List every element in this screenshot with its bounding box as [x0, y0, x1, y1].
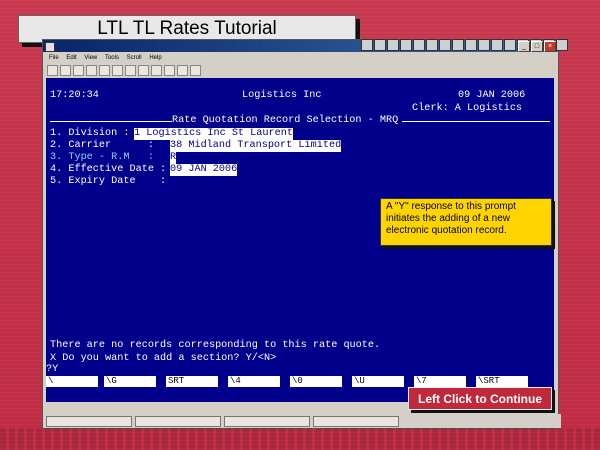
tool-icon[interactable] — [439, 39, 451, 51]
field-label-carrier: 2. Carrier : — [50, 140, 154, 151]
field-value-type[interactable]: R — [170, 152, 177, 164]
divider-left — [50, 121, 172, 122]
field-value-effective-date[interactable]: 09 JAN 2006 — [170, 164, 238, 176]
field-value-carrier[interactable]: 38 Midland Transport Limited — [170, 140, 342, 152]
function-key-6[interactable]: \U — [352, 376, 404, 387]
maximize-button[interactable]: □ — [531, 41, 543, 52]
toolbar — [43, 64, 562, 77]
tool-icon[interactable] — [361, 39, 373, 51]
tool-icon[interactable] — [426, 39, 438, 51]
close-button[interactable]: × — [544, 41, 556, 52]
settings-icon[interactable] — [151, 65, 162, 76]
window-titlebar: _ □ × — [43, 39, 568, 52]
function-key-3[interactable]: SRT — [166, 376, 218, 387]
function-key-1[interactable]: \ — [46, 376, 98, 387]
tool-icon[interactable] — [465, 39, 477, 51]
field-label-effective-date: 4. Effective Date : — [50, 164, 167, 175]
function-key-4[interactable]: \4 — [228, 376, 280, 387]
open-icon[interactable] — [60, 65, 71, 76]
terminal-date: 09 JAN 2006 — [458, 90, 526, 101]
save-icon[interactable] — [73, 65, 84, 76]
menu-tools[interactable]: Tools — [105, 55, 119, 61]
tool-icon[interactable] — [374, 39, 386, 51]
find-icon[interactable] — [138, 65, 149, 76]
minimize-button[interactable]: _ — [518, 41, 530, 52]
field-label-expiry-date: 5. Expiry Date : — [50, 176, 167, 187]
status-message: There are no records corresponding to th… — [50, 340, 381, 351]
tool-icon[interactable] — [556, 39, 568, 51]
function-key-8[interactable]: \SRT — [476, 376, 528, 387]
copy-icon[interactable] — [112, 65, 123, 76]
menu-view[interactable]: View — [84, 55, 97, 61]
divider-right — [402, 121, 550, 122]
field-label-type: 3. Type - R.M : — [50, 152, 154, 163]
print-icon[interactable] — [86, 65, 97, 76]
function-key-5[interactable]: \0 — [290, 376, 342, 387]
taskbar-item[interactable] — [46, 415, 132, 427]
menu-bar: File Edit View Tools Scroll Help — [43, 53, 558, 64]
menu-edit[interactable]: Edit — [66, 55, 76, 61]
function-key-2[interactable]: \G — [104, 376, 156, 387]
disconnect-icon[interactable] — [177, 65, 188, 76]
tool-icon[interactable] — [491, 39, 503, 51]
tool-icon[interactable] — [413, 39, 425, 51]
menu-scroll[interactable]: Scroll — [127, 55, 142, 61]
terminal-time: 17:20:34 — [50, 90, 99, 101]
tool-icon[interactable] — [478, 39, 490, 51]
menu-help[interactable]: Help — [149, 55, 161, 61]
cut-icon[interactable] — [99, 65, 110, 76]
taskbar-item[interactable] — [224, 415, 310, 427]
bottom-strip — [0, 428, 600, 450]
tool-icon[interactable] — [504, 39, 516, 51]
field-label-division: 1. Division : — [50, 128, 130, 139]
callout-note: A "Y" response to this prompt initiates … — [380, 198, 552, 246]
command-input[interactable]: ?Y — [46, 364, 58, 376]
function-key-7[interactable]: \7 — [414, 376, 466, 387]
app-icon — [45, 42, 55, 52]
new-icon[interactable] — [47, 65, 58, 76]
taskbar-item[interactable] — [135, 415, 221, 427]
connect-icon[interactable] — [164, 65, 175, 76]
tool-icon[interactable] — [452, 39, 464, 51]
terminal-clerk: Clerk: A Logistics — [412, 103, 523, 114]
continue-button[interactable]: Left Click to Continue — [408, 387, 552, 410]
help-icon[interactable] — [190, 65, 201, 76]
paste-icon[interactable] — [125, 65, 136, 76]
prompt-text: X Do you want to add a section? Y/<N> — [50, 353, 277, 364]
screen-title: Rate Quotation Record Selection - MRQ — [172, 115, 399, 126]
tool-icon[interactable] — [400, 39, 412, 51]
taskbar — [43, 414, 561, 428]
tool-icon[interactable] — [387, 39, 399, 51]
menu-file[interactable]: File — [49, 55, 59, 61]
taskbar-item[interactable] — [313, 415, 399, 427]
window-controls: _ □ × — [518, 41, 556, 52]
terminal-company: Logistics Inc — [242, 90, 322, 101]
field-value-division[interactable]: 1 Logistics Inc St Laurent — [134, 128, 293, 140]
